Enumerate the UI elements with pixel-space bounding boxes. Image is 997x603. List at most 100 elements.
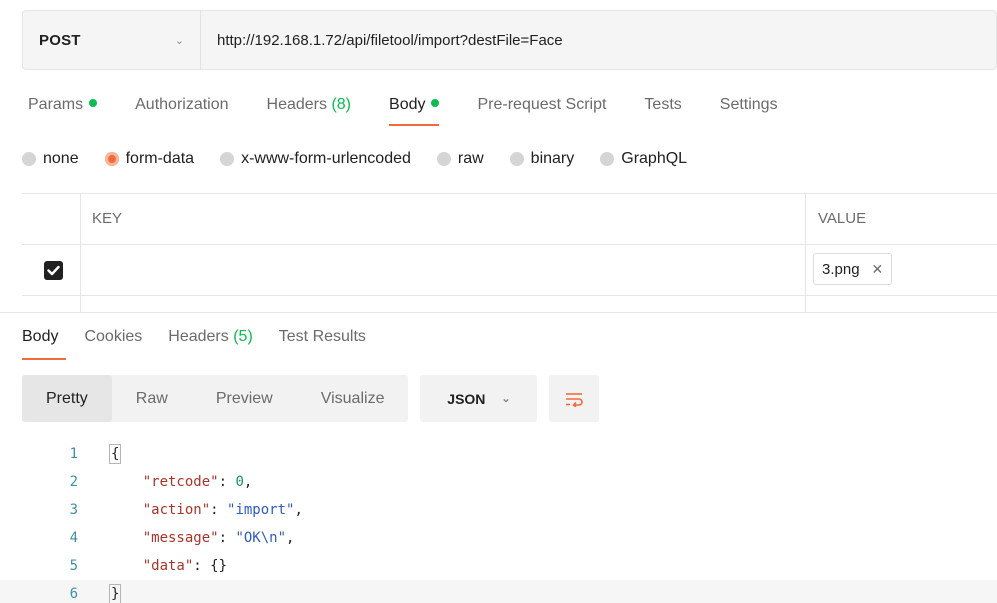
code-line: 3 "action": "import",: [0, 496, 997, 524]
form-data-table: KEY VALUE 3.png ✕: [22, 193, 997, 313]
json-key: "message": [142, 530, 219, 546]
tab-settings-label: Settings: [719, 96, 778, 113]
method-select[interactable]: POST ⌄: [23, 11, 201, 69]
json-key: "retcode": [142, 474, 219, 490]
column-divider: [80, 296, 81, 312]
value-column-header: VALUE: [818, 210, 867, 227]
radio-graphql[interactable]: GraphQL: [600, 150, 687, 168]
line-number: 4: [69, 530, 78, 546]
format-select[interactable]: JSON ⌄: [420, 375, 538, 422]
radio-raw-indicator: [436, 152, 451, 166]
json-key: "data": [142, 558, 194, 574]
radio-binary-label: binary: [530, 150, 575, 167]
json-key: "action": [142, 502, 211, 518]
line-number: 6: [69, 586, 78, 602]
view-preview-button[interactable]: Preview: [192, 375, 297, 422]
file-name: 3.png: [822, 260, 860, 278]
open-brace: {: [109, 444, 122, 464]
code-line: 1 {: [0, 440, 997, 468]
tab-authorization[interactable]: Authorization: [135, 96, 228, 126]
response-tabs: Body Cookies Headers (5) Test Results: [22, 328, 392, 360]
table-row: [22, 296, 997, 313]
tab-params[interactable]: Params: [28, 96, 98, 126]
json-value: "OK\n": [235, 530, 287, 546]
column-divider: [80, 194, 81, 244]
tab-headers-label: Headers: [266, 96, 327, 113]
file-chip: 3.png ✕: [813, 253, 893, 285]
response-tab-headers[interactable]: Headers (5): [168, 328, 253, 360]
radio-form-data[interactable]: form-data: [104, 150, 195, 168]
json-value: 0: [235, 474, 244, 490]
wrap-lines-icon: [566, 392, 584, 407]
radio-none-label: none: [43, 150, 79, 167]
column-divider: [805, 194, 806, 244]
wrap-lines-button[interactable]: [549, 375, 600, 422]
table-header-row: KEY VALUE: [22, 193, 997, 245]
response-headers-label: Headers: [168, 328, 229, 345]
json-value: {}: [210, 558, 228, 574]
code-line: 4 "message": "OK\n",: [0, 524, 997, 552]
line-number: 1: [69, 446, 78, 462]
tab-tests[interactable]: Tests: [644, 96, 681, 126]
tab-pre-request-label: Pre-request Script: [477, 96, 607, 113]
format-label: JSON: [447, 390, 486, 407]
url-input[interactable]: http://192.168.1.72/api/filetool/import?…: [201, 32, 563, 49]
response-tab-cookies[interactable]: Cookies: [84, 328, 142, 360]
tab-body[interactable]: Body: [389, 96, 440, 126]
chevron-down-icon: ⌄: [501, 393, 511, 405]
response-code-view: 1 { 2 "retcode": 0, 3 "action": "import"…: [0, 440, 997, 603]
table-row: 3.png ✕: [22, 245, 997, 296]
view-visualize-button[interactable]: Visualize: [297, 375, 409, 422]
method-label: POST: [39, 31, 81, 49]
tab-pre-request-script[interactable]: Pre-request Script: [477, 96, 606, 126]
code-text: "message": "OK\n",: [142, 530, 295, 546]
code-text: "action": "import",: [142, 502, 303, 518]
code-line: 6 }: [0, 580, 997, 603]
line-number: 2: [69, 474, 78, 490]
body-status-dot: [431, 99, 440, 107]
radio-raw[interactable]: raw: [436, 150, 484, 168]
radio-none[interactable]: none: [22, 150, 79, 168]
json-value: "import": [227, 502, 295, 518]
view-mode-segment: Pretty Raw Preview Visualize: [22, 375, 409, 422]
response-view-toolbar: Pretty Raw Preview Visualize JSON ⌄: [22, 375, 600, 422]
request-tabs: Params Authorization Headers (8) Body Pr…: [28, 96, 816, 126]
radio-graphql-label: GraphQL: [621, 150, 688, 167]
tab-settings[interactable]: Settings: [720, 96, 778, 126]
radio-urlencoded-indicator: [220, 152, 235, 166]
code-text: "retcode": 0,: [142, 474, 253, 490]
code-text: "data": {}: [142, 558, 228, 574]
body-type-group: none form-data x-www-form-urlencoded raw…: [22, 150, 713, 168]
tab-params-label: Params: [28, 96, 84, 113]
tab-tests-label: Tests: [644, 96, 682, 113]
view-raw-button[interactable]: Raw: [112, 375, 192, 422]
close-icon[interactable]: ✕: [872, 261, 884, 278]
tab-body-label: Body: [389, 96, 426, 113]
radio-binary[interactable]: binary: [509, 150, 575, 168]
radio-binary-indicator: [509, 152, 524, 166]
column-divider: [805, 296, 806, 312]
tab-headers[interactable]: Headers (8): [267, 96, 352, 126]
response-headers-count: (5): [233, 328, 253, 345]
response-tab-test-results[interactable]: Test Results: [279, 328, 366, 360]
radio-graphql-indicator: [600, 152, 615, 166]
line-number: 3: [69, 502, 78, 518]
code-text: {: [109, 440, 122, 468]
radio-form-data-label: form-data: [125, 150, 195, 167]
radio-none-indicator: [22, 152, 36, 166]
params-status-dot: [89, 99, 98, 107]
row-enabled-checkbox[interactable]: [44, 261, 63, 280]
line-number: 5: [69, 558, 78, 574]
view-pretty-button[interactable]: Pretty: [22, 375, 112, 422]
chevron-down-icon: ⌄: [174, 34, 184, 47]
radio-urlencoded[interactable]: x-www-form-urlencoded: [220, 150, 411, 168]
radio-raw-label: raw: [457, 150, 484, 167]
code-text: }: [109, 580, 122, 603]
response-tab-body[interactable]: Body: [22, 328, 67, 360]
column-divider: [805, 245, 806, 295]
headers-count: (8): [331, 96, 352, 113]
response-panel: Body Cookies Headers (5) Test Results Pr…: [0, 312, 997, 603]
checkmark-icon: [47, 265, 60, 276]
column-divider: [80, 245, 81, 295]
code-line: 5 "data": {}: [0, 552, 997, 580]
